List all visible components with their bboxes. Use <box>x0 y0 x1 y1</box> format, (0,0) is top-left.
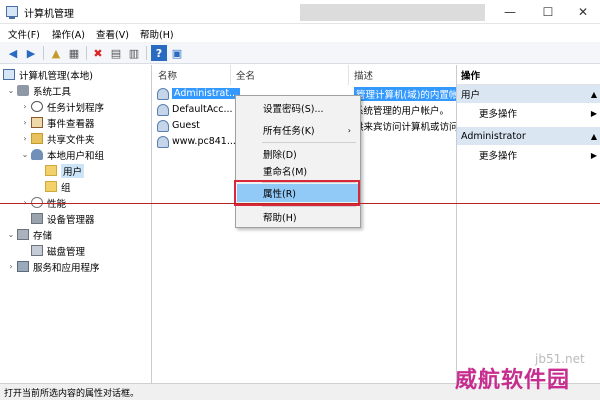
actions-pane: 操作 用户 ▲ 更多操作 ▶ Administrator ▲ 更多操作 ▶ <box>456 65 600 383</box>
tree-item-services[interactable]: › 服务和应用程序 <box>6 259 100 274</box>
back-icon[interactable]: ◀ <box>5 45 21 61</box>
computer-icon <box>3 69 15 80</box>
maximize-button[interactable]: ☐ <box>530 0 566 24</box>
folder-icon <box>45 165 57 176</box>
services-icon <box>17 261 29 272</box>
annotation-line <box>0 203 600 204</box>
disk-icon <box>31 245 43 256</box>
user-icon <box>157 87 169 100</box>
actions-section-users[interactable]: 用户 ▲ <box>457 85 600 103</box>
collapse-chevron-icon[interactable]: ⌄ <box>6 86 16 95</box>
computer-management-icon <box>6 6 18 19</box>
collapse-chevron-icon[interactable]: ⌄ <box>20 150 30 159</box>
tree-item-shared-folders[interactable]: › 共享文件夹 <box>20 131 95 146</box>
user-icon <box>157 103 169 116</box>
close-button[interactable]: ✕ <box>565 0 600 24</box>
actions-section-administrator[interactable]: Administrator ▲ <box>457 127 600 145</box>
view-icon[interactable]: ▣ <box>169 45 185 61</box>
delete-icon[interactable]: ✖ <box>90 45 106 61</box>
toolbar-separator <box>86 46 87 60</box>
window-title: 计算机管理 <box>24 9 74 20</box>
column-header-fullname[interactable]: 全名 <box>231 65 349 85</box>
actions-more-users[interactable]: 更多操作 ▶ <box>457 104 600 122</box>
tree-item-users[interactable]: 用户 <box>44 163 85 178</box>
folder-icon <box>45 181 57 192</box>
menu-separator <box>262 206 356 207</box>
chevron-right-icon: ▶ <box>590 108 597 118</box>
tree-item-event-viewer[interactable]: › 事件查看器 <box>20 115 95 130</box>
ctx-delete[interactable]: 删除(D) <box>237 145 359 163</box>
ctx-rename[interactable]: 重命名(M) <box>237 162 359 180</box>
column-header-name[interactable]: 名称 <box>153 65 231 85</box>
toolbar-separator <box>43 46 44 60</box>
tree-item-system-tools[interactable]: ⌄ 系统工具 <box>6 83 71 98</box>
chevron-right-icon: ▶ <box>590 150 597 160</box>
export-list-icon[interactable]: ▥ <box>126 45 142 61</box>
tree-item-storage[interactable]: ⌄ 存储 <box>6 227 52 242</box>
user-icon <box>157 119 169 132</box>
ctx-help[interactable]: 帮助(H) <box>237 208 359 226</box>
expand-chevron-icon[interactable]: › <box>6 262 16 271</box>
tree-item-task-scheduler[interactable]: › 任务计划程序 <box>20 99 104 114</box>
clock-icon <box>31 101 43 112</box>
menu-help[interactable]: 帮助(H) <box>140 27 174 41</box>
watermark-brand: 威航软件园 <box>455 368 571 393</box>
tree-item-local-users-groups[interactable]: ⌄ 本地用户和组 <box>20 147 104 162</box>
menu-action[interactable]: 操作(A) <box>52 27 85 41</box>
minimize-button[interactable]: — <box>492 0 528 24</box>
tools-icon <box>17 85 29 96</box>
toolbar: ◀ ▶ ▲ ▦ ✖ ▤ ▥ ? ▣ <box>0 42 600 64</box>
collapse-up-icon[interactable]: ▲ <box>591 132 597 141</box>
menu-bar: 文件(F) 操作(A) 查看(V) 帮助(H) <box>0 24 600 42</box>
title-bar: 计算机管理 — ☐ ✕ <box>0 0 600 24</box>
tree-item-device-manager[interactable]: 设备管理器 <box>30 211 95 226</box>
expand-chevron-icon[interactable]: › <box>20 118 30 127</box>
menu-separator <box>262 142 356 143</box>
expand-chevron-icon[interactable]: › <box>20 134 30 143</box>
properties-icon[interactable]: ▤ <box>108 45 124 61</box>
device-manager-icon <box>31 213 43 224</box>
show-hide-tree-icon[interactable]: ▦ <box>66 45 82 61</box>
actions-title: 操作 <box>457 65 600 85</box>
event-log-icon <box>31 117 43 128</box>
expand-chevron-icon[interactable]: › <box>20 102 30 111</box>
user-icon <box>157 135 169 148</box>
collapse-chevron-icon[interactable]: ⌄ <box>6 230 16 239</box>
storage-icon <box>17 229 29 240</box>
shared-folder-icon <box>31 133 43 144</box>
title-redacted-area <box>300 4 485 21</box>
menu-view[interactable]: 查看(V) <box>96 27 129 41</box>
actions-more-administrator[interactable]: 更多操作 ▶ <box>457 146 600 164</box>
context-menu: 设置密码(S)... 所有任务(K) › 删除(D) 重命名(M) 属性(R) … <box>235 95 361 228</box>
collapse-up-icon[interactable]: ▲ <box>591 90 597 99</box>
tree-item-groups[interactable]: 组 <box>44 179 71 194</box>
submenu-arrow-icon: › <box>347 125 351 135</box>
help-icon[interactable]: ? <box>151 45 167 61</box>
ctx-all-tasks[interactable]: 所有任务(K) › <box>237 121 359 139</box>
forward-icon[interactable]: ▶ <box>23 45 39 61</box>
column-header-description[interactable]: 描述 <box>349 65 455 85</box>
menu-file[interactable]: 文件(F) <box>8 27 40 41</box>
ctx-set-password[interactable]: 设置密码(S)... <box>237 99 359 117</box>
tree-item-root[interactable]: 计算机管理(本地) <box>2 67 93 82</box>
up-folder-icon[interactable]: ▲ <box>48 45 64 61</box>
users-icon <box>31 149 43 160</box>
tree-item-disk-management[interactable]: 磁盘管理 <box>30 243 85 258</box>
toolbar-separator <box>146 46 147 60</box>
console-tree: 计算机管理(本地) ⌄ 系统工具 › 任务计划程序 › 事件查看器 › 共享文件… <box>0 65 152 383</box>
